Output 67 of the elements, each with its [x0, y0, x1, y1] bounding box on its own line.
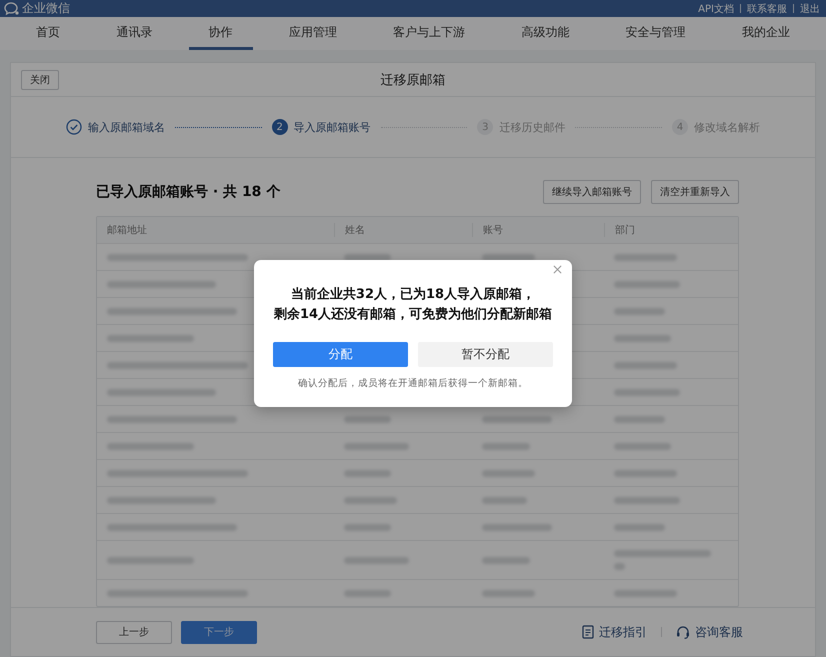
- blurred-text: [482, 470, 536, 476]
- nav-tab[interactable]: 我的企业: [722, 17, 810, 50]
- document-icon: [582, 625, 594, 639]
- dialog-message: 当前企业共32人，已为18人导入原邮箱，: [290, 286, 536, 303]
- blurred-text: [482, 416, 552, 422]
- blurred-text: [344, 254, 392, 260]
- blurred-text: [344, 442, 409, 450]
- nav-tab[interactable]: 高级功能: [501, 17, 590, 50]
- close-button[interactable]: 关闭: [21, 70, 59, 90]
- step-label: 迁移历史邮件: [499, 120, 566, 134]
- action-button[interactable]: 清空并重新导入: [651, 180, 739, 204]
- top-link[interactable]: 退出: [800, 2, 820, 16]
- nav-tab[interactable]: 首页: [16, 17, 80, 50]
- help-link[interactable]: 迁移指引: [599, 624, 647, 640]
- blurred-text: [482, 496, 527, 504]
- blurred-text: [344, 556, 409, 564]
- help-link[interactable]: 咨询客服: [695, 624, 743, 640]
- blurred-text: [614, 563, 626, 570]
- back-button[interactable]: 上一步: [96, 620, 172, 644]
- column-header: 部门: [604, 223, 738, 237]
- blurred-text: [482, 524, 552, 530]
- blurred-text: [614, 362, 677, 368]
- dialog-note: 确认分配后，成员将在开通邮箱后获得一个新邮箱。: [298, 377, 528, 390]
- blurred-text: [614, 308, 666, 314]
- blurred-text: [482, 590, 536, 596]
- nav-tab[interactable]: 协作: [188, 17, 253, 50]
- blurred-text: [344, 496, 398, 504]
- column-header: 账号: [472, 223, 604, 237]
- blurred-text: [614, 280, 680, 288]
- nav-tab[interactable]: 客户与上下游: [373, 17, 486, 50]
- blurred-text: [614, 334, 671, 342]
- nav-tab[interactable]: 通讯录: [96, 17, 172, 50]
- nav-tab[interactable]: 安全与管理: [606, 17, 706, 50]
- step-label: 修改域名解析: [694, 120, 760, 134]
- skip-button[interactable]: 暂不分配: [418, 342, 553, 367]
- step-label: 输入原邮箱域名: [88, 120, 165, 134]
- headset-icon: [676, 625, 690, 639]
- blurred-text: [614, 524, 666, 530]
- top-link[interactable]: 联系客服: [747, 2, 787, 16]
- column-header: 姓名: [334, 223, 472, 237]
- blurred-text: [614, 590, 677, 596]
- chat-bubbles-icon: [4, 2, 20, 16]
- step-number: 2: [272, 119, 288, 135]
- blurred-text: [614, 388, 680, 396]
- blurred-text: [482, 442, 530, 450]
- blurred-text: [344, 470, 392, 476]
- blurred-text: [482, 254, 536, 260]
- step-label: 导入原邮箱账号: [294, 120, 371, 134]
- blurred-text: [614, 254, 677, 260]
- blurred-text: [344, 524, 392, 530]
- blurred-text: [482, 556, 530, 564]
- action-button[interactable]: 继续导入邮箱账号: [543, 180, 641, 204]
- section-title: 已导入原邮箱账号 · 共 18 个: [96, 183, 280, 201]
- blurred-text: [614, 442, 671, 450]
- blurred-text: [614, 496, 680, 504]
- nav-tab[interactable]: 应用管理: [268, 17, 357, 50]
- blurred-text: [344, 590, 392, 596]
- column-header: 邮箱地址: [106, 224, 148, 237]
- close-icon[interactable]: [553, 265, 562, 274]
- assign-button[interactable]: 分配: [273, 342, 408, 367]
- blurred-text: [614, 416, 666, 422]
- blurred-text: [614, 470, 677, 476]
- brand-name: 企业微信: [22, 0, 70, 17]
- top-link[interactable]: API文档: [698, 2, 734, 16]
- page-title: 迁移原邮箱: [380, 72, 446, 88]
- blurred-text: [344, 416, 392, 422]
- dialog-message: 剩余14人还没有邮箱，可免费为他们分配新邮箱: [274, 306, 552, 323]
